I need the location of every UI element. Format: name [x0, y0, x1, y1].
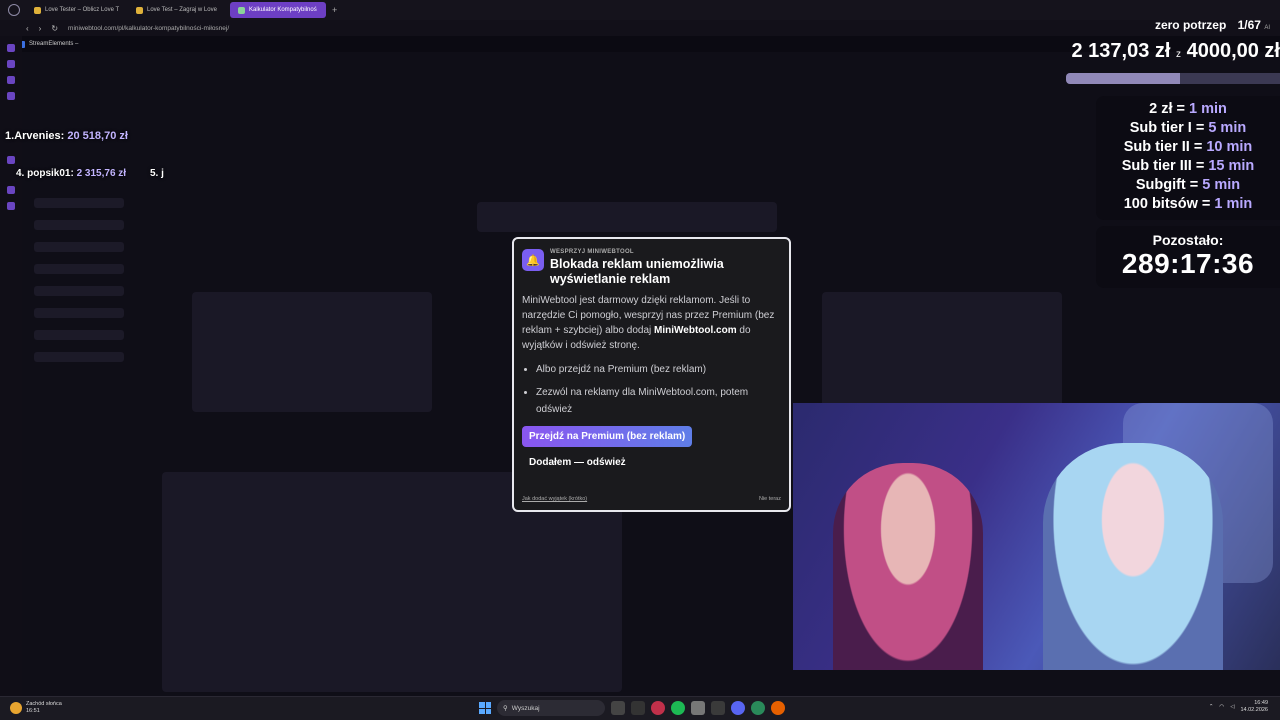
reload-icon[interactable]: ↻	[51, 24, 58, 33]
bookmark-bar: StreamElements –	[18, 38, 78, 50]
rate-row: Sub tier III = 15 min	[1121, 158, 1255, 174]
new-tab-button[interactable]: +	[332, 5, 337, 15]
opera-icon[interactable]	[651, 701, 665, 715]
tab-kalkulator[interactable]: Kalkulator Kompatybilnoś	[230, 2, 326, 18]
sunset-icon	[10, 702, 22, 714]
help-link[interactable]: Jak dodać wyjątek (krótko)	[522, 496, 587, 502]
ghost-line	[34, 242, 124, 252]
goal-header: zero potrzep 1/67 AI	[1154, 18, 1270, 32]
ghost-line	[34, 352, 124, 362]
leaderboard-entry: 4. popsik01: 2 315,76 zł	[16, 168, 127, 179]
address-bar: ‹ › ↻ miniwebtool.com/pl/kalkulator-komp…	[0, 20, 1280, 36]
taskview-icon[interactable]	[631, 701, 645, 715]
ghost-block	[822, 292, 1062, 412]
rail-icon[interactable]	[7, 44, 15, 52]
rail-icon[interactable]	[7, 202, 15, 210]
ghost-line	[34, 264, 124, 274]
system-tray: ⌃ ◠ ◁ 16:49 14.02.2026	[1209, 700, 1268, 714]
refresh-button[interactable]: Dodałem — odśwież	[522, 457, 781, 468]
rail-icon[interactable]	[7, 60, 15, 68]
app-icon[interactable]	[711, 701, 725, 715]
bookmark-streamelements[interactable]: StreamElements –	[29, 41, 78, 47]
wifi-icon[interactable]: ◠	[1219, 704, 1224, 710]
not-now-button[interactable]: Nie teraz	[759, 496, 781, 502]
adblock-modal: 🔔 WESPRZYJ MINIWEBTOOL Blokada reklam un…	[512, 237, 791, 512]
tab-favicon-icon	[34, 6, 41, 14]
timer-rates: 2 zł = 1 min Sub tier I = 5 min Sub tier…	[1096, 96, 1280, 220]
taskbar-clock[interactable]: 16:49 14.02.2026	[1240, 700, 1268, 714]
url-field[interactable]: miniwebtool.com/pl/kalkulator-kompatybil…	[68, 25, 229, 32]
goal-progress-bar	[1066, 73, 1280, 84]
tab-love-tester[interactable]: Love Tester – Oblicz Love T	[26, 2, 122, 18]
volume-icon[interactable]: ◁	[1230, 704, 1234, 710]
bell-icon: 🔔	[522, 249, 544, 271]
settings-icon[interactable]	[691, 701, 705, 715]
back-icon[interactable]: ‹	[26, 24, 29, 33]
leaderboard-entry: 1.Arvenies: 20 518,70 zł	[5, 130, 128, 142]
ghost-line	[34, 330, 124, 340]
webcam-feed	[793, 403, 1280, 670]
chevron-up-icon[interactable]: ⌃	[1209, 704, 1214, 710]
modal-kicker: WESPRZYJ MINIWEBTOOL	[550, 249, 634, 255]
screen: Love Tester – Oblicz Love T Love Test – …	[0, 0, 1280, 720]
modal-option: Zezwól na reklamy dla MiniWebtool.com, p…	[536, 384, 781, 418]
obs-icon[interactable]	[751, 701, 765, 715]
modal-options: Albo przejdź na Premium (bez reklam) Zez…	[522, 361, 781, 418]
rail-icon[interactable]	[7, 92, 15, 100]
forward-icon[interactable]: ›	[39, 24, 42, 33]
subathon-timer: Pozostało: 289:17:36	[1096, 226, 1280, 288]
timer-label: Pozostało:	[1152, 232, 1224, 248]
spotify-icon[interactable]	[671, 701, 685, 715]
discord-icon[interactable]	[731, 701, 745, 715]
rail-icon[interactable]	[7, 156, 15, 164]
ghost-line	[34, 220, 124, 230]
rail-icon[interactable]	[7, 76, 15, 84]
search-placeholder: Wyszukaj	[511, 704, 540, 712]
leaderboard-entry: 5. j	[150, 168, 164, 179]
rate-row: Sub tier I = 5 min	[1129, 120, 1247, 136]
browser-tab-bar: Love Tester – Oblicz Love T Love Test – …	[0, 0, 1280, 20]
timer-value: 289:17:36	[1121, 248, 1255, 279]
modal-title: Blokada reklam uniemożliwia wyświetlanie…	[550, 257, 724, 286]
taskbar-search[interactable]: ⚲ Wyszukaj	[497, 700, 605, 716]
tab-label: Love Tester – Oblicz Love T	[45, 7, 120, 13]
rate-row: Sub tier II = 10 min	[1123, 139, 1253, 155]
rate-row: 2 zł = 1 min	[1149, 101, 1227, 117]
ghost-line	[34, 286, 124, 296]
file-explorer-icon[interactable]	[611, 701, 625, 715]
modal-option: Albo przejdź na Premium (bez reklam)	[536, 361, 781, 378]
streamer-left	[833, 463, 983, 670]
firefox-icon[interactable]	[771, 701, 785, 715]
goal-progress-fill	[1066, 73, 1181, 84]
start-icon[interactable]	[479, 702, 491, 714]
goal-amounts: 2 137,03 zł z 4000,00 zł	[1071, 40, 1280, 62]
browser-menu-icon[interactable]	[8, 4, 20, 16]
rate-row: 100 bitsów = 1 min	[1123, 196, 1253, 212]
premium-button[interactable]: Przejdź na Premium (bez reklam)	[522, 426, 693, 447]
tab-label: Love Test – Zagraj w Love	[147, 7, 217, 13]
weather-title: Zachód słońca	[26, 701, 62, 707]
tab-favicon-icon	[136, 6, 143, 14]
rate-row: Subgift = 5 min	[1135, 177, 1241, 193]
tab-label: Kalkulator Kompatybilnoś	[249, 7, 317, 13]
taskbar: Zachód słońca 16:51 ⚲ Wyszukaj ⌃ ◠ ◁ 16:…	[0, 696, 1280, 720]
weather-widget[interactable]: Zachód słońca 16:51	[10, 701, 62, 715]
ghost-block	[477, 202, 777, 232]
modal-body: MiniWebtool jest darmowy dzięki reklamom…	[522, 295, 775, 351]
ghost-block	[192, 292, 432, 412]
weather-time: 16:51	[26, 708, 40, 714]
ghost-line	[34, 308, 124, 318]
tab-love-test[interactable]: Love Test – Zagraj w Love	[128, 2, 224, 18]
rail-icon[interactable]	[7, 186, 15, 194]
ghost-line	[34, 198, 124, 208]
search-icon: ⚲	[503, 705, 508, 712]
tab-favicon-icon	[238, 6, 245, 14]
streamer-right	[1043, 443, 1223, 670]
